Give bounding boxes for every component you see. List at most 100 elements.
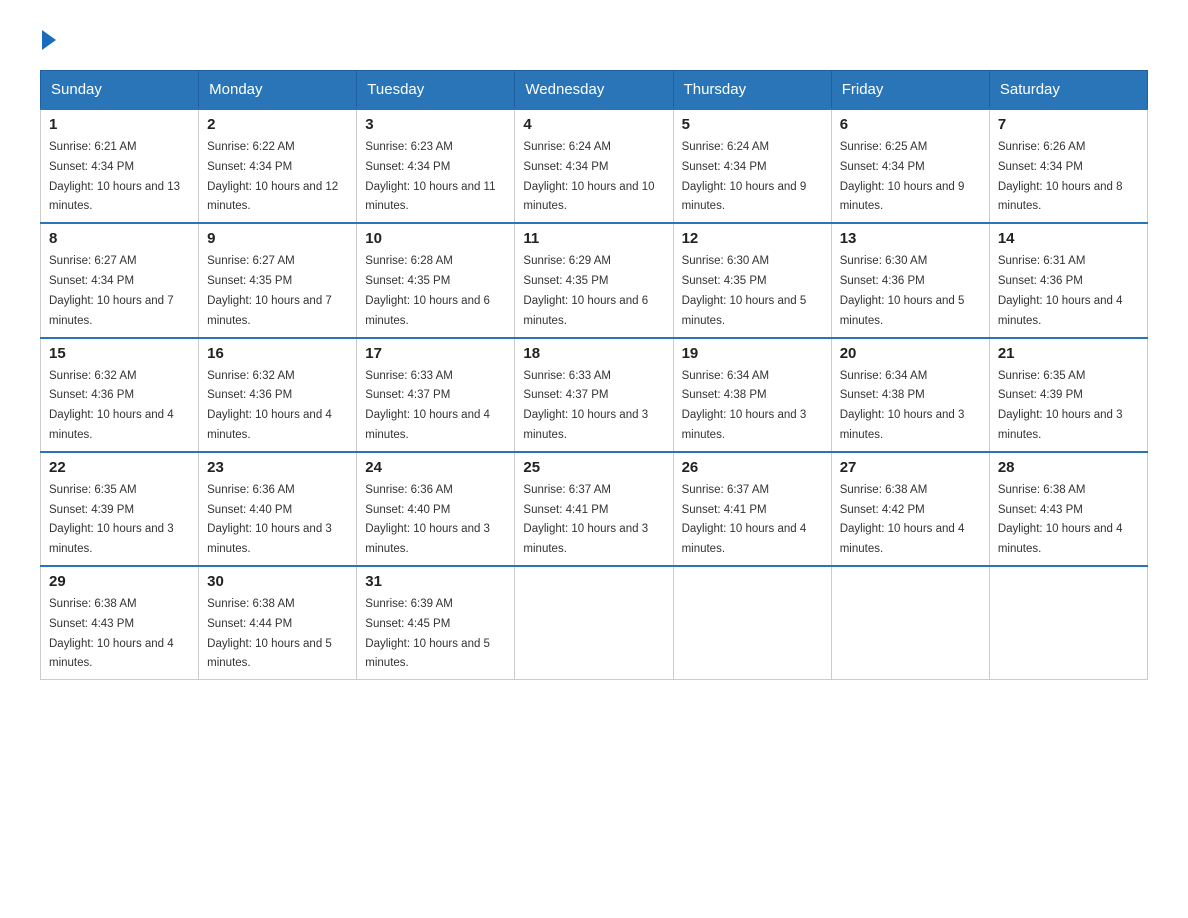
day-number: 24 <box>365 459 506 476</box>
day-number: 3 <box>365 116 506 133</box>
calendar-cell: 25 Sunrise: 6:37 AMSunset: 4:41 PMDaylig… <box>515 452 673 566</box>
calendar-cell: 16 Sunrise: 6:32 AMSunset: 4:36 PMDaylig… <box>199 338 357 452</box>
day-info: Sunrise: 6:32 AMSunset: 4:36 PMDaylight:… <box>207 370 332 441</box>
day-info: Sunrise: 6:27 AMSunset: 4:34 PMDaylight:… <box>49 255 174 326</box>
day-info: Sunrise: 6:28 AMSunset: 4:35 PMDaylight:… <box>365 255 490 326</box>
day-info: Sunrise: 6:37 AMSunset: 4:41 PMDaylight:… <box>682 484 807 555</box>
calendar-day-header: Monday <box>199 71 357 110</box>
day-number: 15 <box>49 345 190 362</box>
calendar-cell: 14 Sunrise: 6:31 AMSunset: 4:36 PMDaylig… <box>989 223 1147 337</box>
day-info: Sunrise: 6:38 AMSunset: 4:43 PMDaylight:… <box>49 598 174 669</box>
day-number: 21 <box>998 345 1139 362</box>
day-info: Sunrise: 6:37 AMSunset: 4:41 PMDaylight:… <box>523 484 648 555</box>
day-info: Sunrise: 6:21 AMSunset: 4:34 PMDaylight:… <box>49 141 180 212</box>
day-info: Sunrise: 6:33 AMSunset: 4:37 PMDaylight:… <box>523 370 648 441</box>
calendar-cell: 12 Sunrise: 6:30 AMSunset: 4:35 PMDaylig… <box>673 223 831 337</box>
calendar-week-row: 22 Sunrise: 6:35 AMSunset: 4:39 PMDaylig… <box>41 452 1148 566</box>
day-info: Sunrise: 6:30 AMSunset: 4:36 PMDaylight:… <box>840 255 965 326</box>
day-number: 1 <box>49 116 190 133</box>
calendar-cell <box>989 566 1147 680</box>
calendar-cell: 11 Sunrise: 6:29 AMSunset: 4:35 PMDaylig… <box>515 223 673 337</box>
day-info: Sunrise: 6:22 AMSunset: 4:34 PMDaylight:… <box>207 141 338 212</box>
calendar-week-row: 8 Sunrise: 6:27 AMSunset: 4:34 PMDayligh… <box>41 223 1148 337</box>
day-number: 6 <box>840 116 981 133</box>
day-number: 5 <box>682 116 823 133</box>
calendar-cell: 8 Sunrise: 6:27 AMSunset: 4:34 PMDayligh… <box>41 223 199 337</box>
calendar-cell: 15 Sunrise: 6:32 AMSunset: 4:36 PMDaylig… <box>41 338 199 452</box>
day-number: 22 <box>49 459 190 476</box>
day-number: 27 <box>840 459 981 476</box>
day-number: 31 <box>365 573 506 590</box>
calendar-table: SundayMondayTuesdayWednesdayThursdayFrid… <box>40 70 1148 680</box>
day-info: Sunrise: 6:25 AMSunset: 4:34 PMDaylight:… <box>840 141 965 212</box>
calendar-cell: 30 Sunrise: 6:38 AMSunset: 4:44 PMDaylig… <box>199 566 357 680</box>
day-info: Sunrise: 6:31 AMSunset: 4:36 PMDaylight:… <box>998 255 1123 326</box>
calendar-cell: 4 Sunrise: 6:24 AMSunset: 4:34 PMDayligh… <box>515 109 673 223</box>
calendar-header-row: SundayMondayTuesdayWednesdayThursdayFrid… <box>41 71 1148 110</box>
day-number: 9 <box>207 230 348 247</box>
day-info: Sunrise: 6:38 AMSunset: 4:44 PMDaylight:… <box>207 598 332 669</box>
day-number: 10 <box>365 230 506 247</box>
calendar-cell: 2 Sunrise: 6:22 AMSunset: 4:34 PMDayligh… <box>199 109 357 223</box>
day-info: Sunrise: 6:32 AMSunset: 4:36 PMDaylight:… <box>49 370 174 441</box>
day-number: 26 <box>682 459 823 476</box>
calendar-week-row: 29 Sunrise: 6:38 AMSunset: 4:43 PMDaylig… <box>41 566 1148 680</box>
calendar-day-header: Saturday <box>989 71 1147 110</box>
calendar-cell: 21 Sunrise: 6:35 AMSunset: 4:39 PMDaylig… <box>989 338 1147 452</box>
day-info: Sunrise: 6:38 AMSunset: 4:43 PMDaylight:… <box>998 484 1123 555</box>
calendar-day-header: Thursday <box>673 71 831 110</box>
calendar-cell: 13 Sunrise: 6:30 AMSunset: 4:36 PMDaylig… <box>831 223 989 337</box>
day-number: 11 <box>523 230 664 247</box>
calendar-cell: 19 Sunrise: 6:34 AMSunset: 4:38 PMDaylig… <box>673 338 831 452</box>
day-info: Sunrise: 6:26 AMSunset: 4:34 PMDaylight:… <box>998 141 1123 212</box>
day-number: 17 <box>365 345 506 362</box>
day-number: 7 <box>998 116 1139 133</box>
calendar-cell <box>515 566 673 680</box>
day-info: Sunrise: 6:30 AMSunset: 4:35 PMDaylight:… <box>682 255 807 326</box>
day-info: Sunrise: 6:24 AMSunset: 4:34 PMDaylight:… <box>523 141 654 212</box>
calendar-week-row: 1 Sunrise: 6:21 AMSunset: 4:34 PMDayligh… <box>41 109 1148 223</box>
calendar-cell: 31 Sunrise: 6:39 AMSunset: 4:45 PMDaylig… <box>357 566 515 680</box>
calendar-week-row: 15 Sunrise: 6:32 AMSunset: 4:36 PMDaylig… <box>41 338 1148 452</box>
day-info: Sunrise: 6:23 AMSunset: 4:34 PMDaylight:… <box>365 141 495 212</box>
day-info: Sunrise: 6:39 AMSunset: 4:45 PMDaylight:… <box>365 598 490 669</box>
calendar-cell <box>673 566 831 680</box>
day-info: Sunrise: 6:29 AMSunset: 4:35 PMDaylight:… <box>523 255 648 326</box>
calendar-cell: 29 Sunrise: 6:38 AMSunset: 4:43 PMDaylig… <box>41 566 199 680</box>
day-number: 18 <box>523 345 664 362</box>
calendar-cell: 26 Sunrise: 6:37 AMSunset: 4:41 PMDaylig… <box>673 452 831 566</box>
day-info: Sunrise: 6:34 AMSunset: 4:38 PMDaylight:… <box>840 370 965 441</box>
day-number: 2 <box>207 116 348 133</box>
logo <box>40 30 58 50</box>
day-number: 28 <box>998 459 1139 476</box>
calendar-cell: 6 Sunrise: 6:25 AMSunset: 4:34 PMDayligh… <box>831 109 989 223</box>
day-number: 25 <box>523 459 664 476</box>
day-number: 12 <box>682 230 823 247</box>
day-info: Sunrise: 6:27 AMSunset: 4:35 PMDaylight:… <box>207 255 332 326</box>
calendar-day-header: Friday <box>831 71 989 110</box>
calendar-cell: 18 Sunrise: 6:33 AMSunset: 4:37 PMDaylig… <box>515 338 673 452</box>
day-number: 23 <box>207 459 348 476</box>
day-number: 16 <box>207 345 348 362</box>
calendar-cell: 17 Sunrise: 6:33 AMSunset: 4:37 PMDaylig… <box>357 338 515 452</box>
calendar-cell: 10 Sunrise: 6:28 AMSunset: 4:35 PMDaylig… <box>357 223 515 337</box>
logo-arrow-icon <box>42 30 56 50</box>
calendar-day-header: Wednesday <box>515 71 673 110</box>
calendar-cell: 22 Sunrise: 6:35 AMSunset: 4:39 PMDaylig… <box>41 452 199 566</box>
calendar-cell: 27 Sunrise: 6:38 AMSunset: 4:42 PMDaylig… <box>831 452 989 566</box>
calendar-day-header: Sunday <box>41 71 199 110</box>
calendar-cell: 24 Sunrise: 6:36 AMSunset: 4:40 PMDaylig… <box>357 452 515 566</box>
calendar-cell: 3 Sunrise: 6:23 AMSunset: 4:34 PMDayligh… <box>357 109 515 223</box>
day-info: Sunrise: 6:35 AMSunset: 4:39 PMDaylight:… <box>998 370 1123 441</box>
day-info: Sunrise: 6:35 AMSunset: 4:39 PMDaylight:… <box>49 484 174 555</box>
day-number: 30 <box>207 573 348 590</box>
day-number: 14 <box>998 230 1139 247</box>
calendar-cell <box>831 566 989 680</box>
day-number: 13 <box>840 230 981 247</box>
day-info: Sunrise: 6:36 AMSunset: 4:40 PMDaylight:… <box>207 484 332 555</box>
calendar-cell: 5 Sunrise: 6:24 AMSunset: 4:34 PMDayligh… <box>673 109 831 223</box>
day-info: Sunrise: 6:38 AMSunset: 4:42 PMDaylight:… <box>840 484 965 555</box>
calendar-cell: 23 Sunrise: 6:36 AMSunset: 4:40 PMDaylig… <box>199 452 357 566</box>
day-number: 8 <box>49 230 190 247</box>
day-number: 19 <box>682 345 823 362</box>
